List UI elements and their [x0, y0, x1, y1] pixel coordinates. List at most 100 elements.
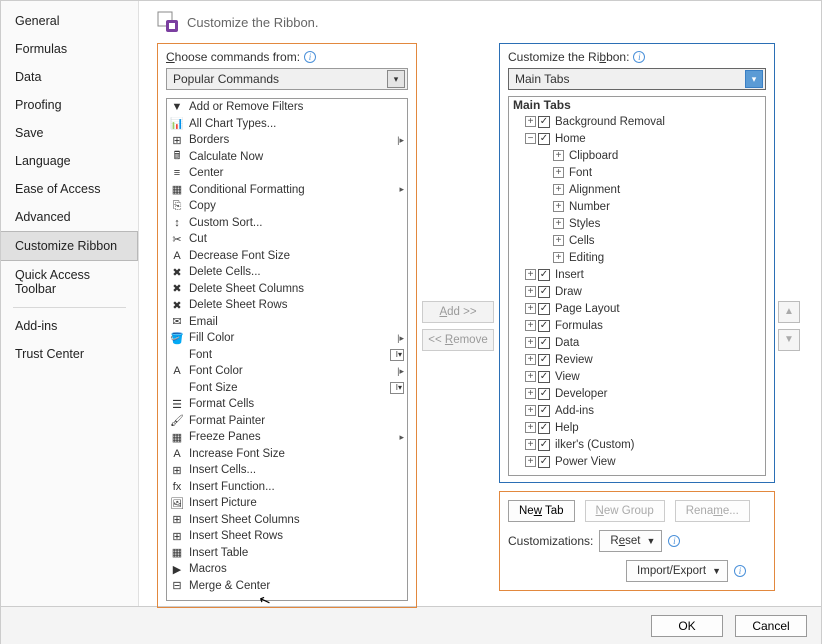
command-item[interactable]: 🪣Fill Color|▸ — [167, 330, 407, 347]
checkbox[interactable]: ✓ — [538, 439, 550, 451]
expand-icon[interactable]: + — [553, 167, 564, 178]
expand-icon[interactable]: + — [525, 337, 536, 348]
command-item[interactable]: fxInsert Function... — [167, 479, 407, 496]
command-item[interactable]: ⊞Insert Sheet Columns — [167, 512, 407, 529]
tree-row[interactable]: +✓Formulas — [509, 317, 765, 334]
expand-icon[interactable]: + — [553, 252, 564, 263]
commands-listbox[interactable]: ▼Add or Remove Filters📊All Chart Types..… — [166, 98, 408, 601]
cancel-button[interactable]: Cancel — [735, 615, 807, 637]
command-item[interactable]: 🖌Format Painter — [167, 413, 407, 430]
checkbox[interactable]: ✓ — [538, 422, 550, 434]
tree-row[interactable]: +Font — [509, 164, 765, 181]
info-icon[interactable]: i — [668, 535, 680, 547]
sidebar-item-ease-of-access[interactable]: Ease of Access — [1, 175, 138, 203]
checkbox[interactable]: ✓ — [538, 337, 550, 349]
expand-icon[interactable]: + — [525, 303, 536, 314]
checkbox[interactable]: ✓ — [538, 133, 550, 145]
tree-row[interactable]: +✓Review — [509, 351, 765, 368]
checkbox[interactable]: ✓ — [538, 320, 550, 332]
checkbox[interactable]: ✓ — [538, 405, 550, 417]
command-item[interactable]: ▦Conditional Formatting▸ — [167, 182, 407, 199]
checkbox[interactable]: ✓ — [538, 388, 550, 400]
tree-row[interactable]: +Cells — [509, 232, 765, 249]
command-item[interactable]: ✖Delete Cells... — [167, 264, 407, 281]
tree-row[interactable]: +✓Page Layout — [509, 300, 765, 317]
sidebar-item-trust-center[interactable]: Trust Center — [1, 340, 138, 368]
sidebar-item-advanced[interactable]: Advanced — [1, 203, 138, 231]
checkbox[interactable]: ✓ — [538, 371, 550, 383]
expand-icon[interactable]: + — [525, 371, 536, 382]
tree-row[interactable]: −✓Home — [509, 130, 765, 147]
tree-row[interactable]: +✓Insert — [509, 266, 765, 283]
expand-icon[interactable]: + — [553, 150, 564, 161]
command-item[interactable]: Font SizeI▾ — [167, 380, 407, 397]
tree-row[interactable]: +Alignment — [509, 181, 765, 198]
ribbon-tabs-dropdown[interactable]: Main Tabs ▾ — [508, 68, 766, 90]
command-item[interactable]: ↕Custom Sort... — [167, 215, 407, 232]
command-item[interactable]: ⊞Insert Sheet Rows — [167, 528, 407, 545]
checkbox[interactable]: ✓ — [538, 286, 550, 298]
expand-icon[interactable]: + — [553, 218, 564, 229]
expand-icon[interactable]: + — [525, 439, 536, 450]
sidebar-item-proofing[interactable]: Proofing — [1, 91, 138, 119]
command-item[interactable]: ✖Delete Sheet Columns — [167, 281, 407, 298]
reset-dropdown[interactable]: Reset▼ — [599, 530, 662, 552]
sidebar-item-formulas[interactable]: Formulas — [1, 35, 138, 63]
tree-row[interactable]: +✓Draw — [509, 283, 765, 300]
command-item[interactable]: 🖩Calculate Now — [167, 149, 407, 166]
checkbox[interactable]: ✓ — [538, 269, 550, 281]
rename-button[interactable]: Rename... — [675, 500, 750, 522]
command-item[interactable]: ✖Delete Sheet Rows — [167, 297, 407, 314]
command-item[interactable]: ≡Center — [167, 165, 407, 182]
checkbox[interactable]: ✓ — [538, 354, 550, 366]
info-icon[interactable]: i — [304, 51, 316, 63]
expand-icon[interactable]: + — [553, 235, 564, 246]
checkbox[interactable]: ✓ — [538, 303, 550, 315]
command-item[interactable]: ⊟Merge & Center — [167, 578, 407, 595]
expand-icon[interactable]: + — [525, 422, 536, 433]
tree-row[interactable]: +Styles — [509, 215, 765, 232]
tree-row[interactable]: +✓ilker's (Custom) — [509, 436, 765, 453]
command-item[interactable]: ⊞Borders|▸ — [167, 132, 407, 149]
sidebar-item-add-ins[interactable]: Add-ins — [1, 312, 138, 340]
tree-row[interactable]: +✓Add-ins — [509, 402, 765, 419]
command-item[interactable]: ☰Format Cells — [167, 396, 407, 413]
tree-row[interactable]: +Clipboard — [509, 147, 765, 164]
move-up-button[interactable]: ▲ — [778, 301, 800, 323]
command-item[interactable]: ADecrease Font Size — [167, 248, 407, 265]
expand-icon[interactable]: + — [525, 116, 536, 127]
command-item[interactable]: ▦Freeze Panes▸ — [167, 429, 407, 446]
ribbon-tree[interactable]: Main Tabs +✓Background Removal−✓Home+Cli… — [508, 96, 766, 476]
tree-row[interactable]: +Editing — [509, 249, 765, 266]
choose-commands-dropdown[interactable]: Popular Commands ▾ — [166, 68, 408, 90]
remove-button[interactable]: << Remove — [422, 329, 494, 351]
tree-row[interactable]: +✓Help — [509, 419, 765, 436]
sidebar-item-data[interactable]: Data — [1, 63, 138, 91]
sidebar-item-customize-ribbon[interactable]: Customize Ribbon — [1, 231, 138, 261]
command-item[interactable]: ▦Insert Table — [167, 545, 407, 562]
checkbox[interactable]: ✓ — [538, 116, 550, 128]
expand-icon[interactable]: + — [525, 405, 536, 416]
import-export-dropdown[interactable]: Import/Export▼ — [626, 560, 728, 582]
tree-row[interactable]: +Number — [509, 198, 765, 215]
command-item[interactable]: FontI▾ — [167, 347, 407, 364]
move-down-button[interactable]: ▼ — [778, 329, 800, 351]
command-item[interactable]: ⎘Copy — [167, 198, 407, 215]
sidebar-item-general[interactable]: General — [1, 7, 138, 35]
checkbox[interactable]: ✓ — [538, 456, 550, 468]
expand-icon[interactable]: − — [525, 133, 536, 144]
command-item[interactable]: ⊞Insert Cells... — [167, 462, 407, 479]
info-icon[interactable]: i — [734, 565, 746, 577]
tree-row[interactable]: +✓Power View — [509, 453, 765, 470]
sidebar-item-quick-access-toolbar[interactable]: Quick Access Toolbar — [1, 261, 138, 303]
tree-row[interactable]: +✓Background Removal — [509, 113, 765, 130]
expand-icon[interactable]: + — [525, 388, 536, 399]
tree-row[interactable]: +✓Data — [509, 334, 765, 351]
expand-icon[interactable]: + — [525, 320, 536, 331]
sidebar-item-save[interactable]: Save — [1, 119, 138, 147]
expand-icon[interactable]: + — [525, 286, 536, 297]
command-item[interactable]: ▼Add or Remove Filters — [167, 99, 407, 116]
tree-row[interactable]: +✓View — [509, 368, 765, 385]
ok-button[interactable]: OK — [651, 615, 723, 637]
command-item[interactable]: AFont Color|▸ — [167, 363, 407, 380]
